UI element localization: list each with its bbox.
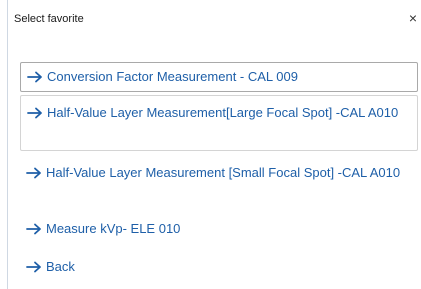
dialog-title: Select favorite (14, 13, 84, 25)
back-label: Back (46, 259, 75, 274)
favorite-item-label: Conversion Factor Measurement - CAL 009 (47, 69, 298, 84)
favorite-item-label: Half-Value Layer Measurement [Small Foca… (46, 165, 401, 180)
arrow-right-icon (26, 163, 46, 183)
arrow-right-icon (26, 257, 46, 277)
favorite-item-measure-kvp[interactable]: Measure kVp- ELE 010 (20, 219, 418, 241)
favorite-item-label: Measure kVp- ELE 010 (46, 221, 181, 236)
back-button[interactable]: Back (20, 257, 418, 279)
favorite-item-hvl-large[interactable]: Half-Value Layer Measurement[Large Focal… (20, 95, 418, 151)
window-edge (7, 0, 8, 289)
arrow-right-icon (27, 103, 47, 123)
arrow-right-icon (26, 219, 46, 239)
favorite-item-conversion-factor[interactable]: Conversion Factor Measurement - CAL 009 (20, 62, 418, 92)
favorite-item-label: Half-Value Layer Measurement[Large Focal… (47, 105, 399, 120)
favorite-item-hvl-small[interactable]: Half-Value Layer Measurement [Small Foca… (20, 161, 418, 205)
arrow-right-icon (27, 67, 47, 87)
close-button[interactable]: × (406, 8, 420, 28)
select-favorite-dialog: Select favorite × Conversion Factor Meas… (0, 0, 421, 289)
